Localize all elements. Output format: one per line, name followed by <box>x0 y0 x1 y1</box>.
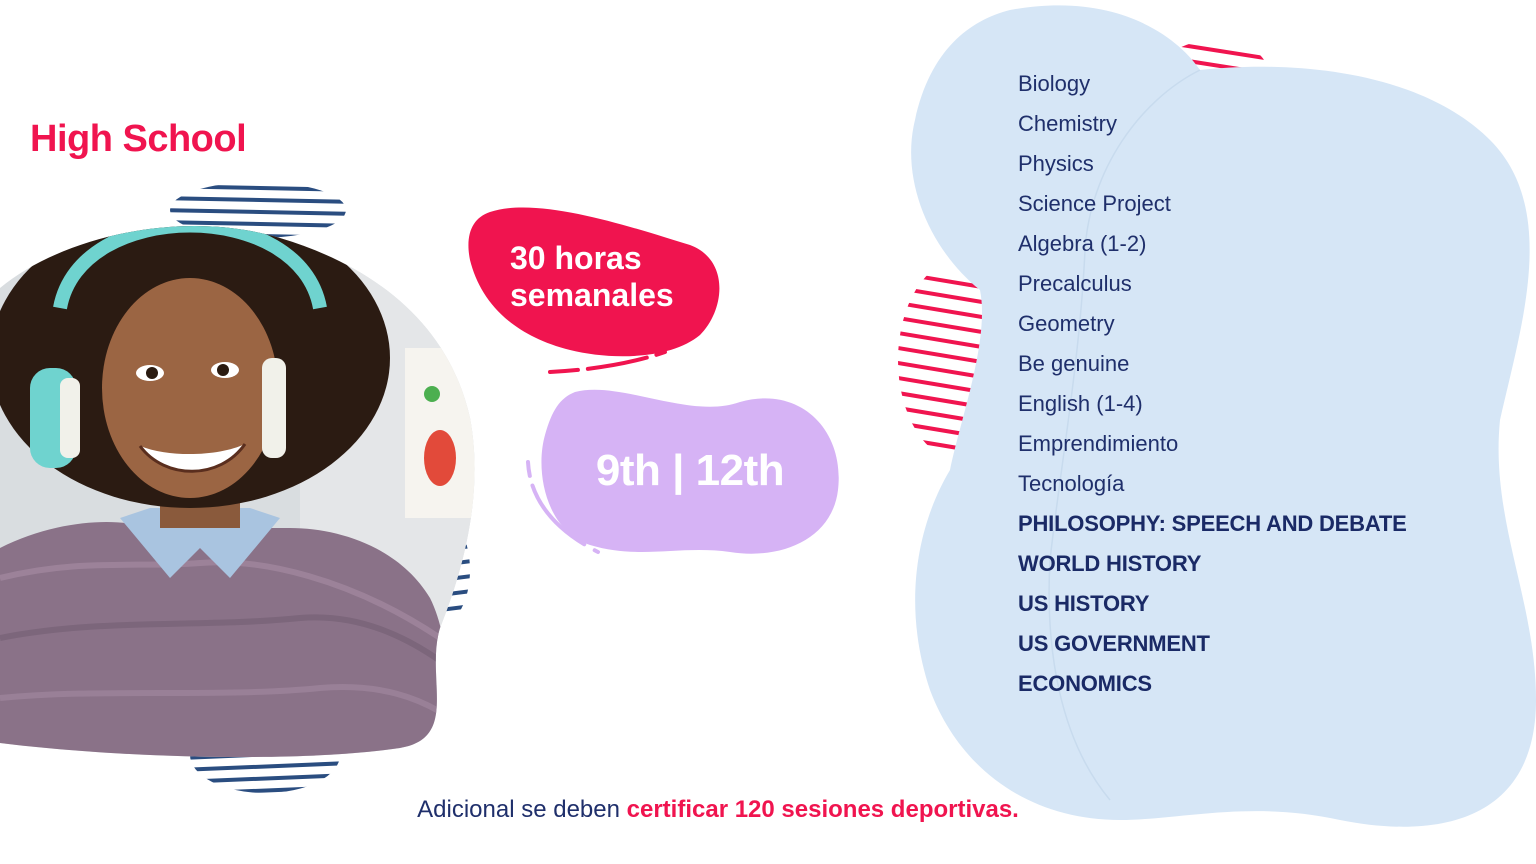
weekly-hours-line1: 30 horas <box>510 240 642 276</box>
subject-item: Emprendimiento <box>1018 431 1179 456</box>
subject-item: Chemistry <box>1018 111 1118 136</box>
weekly-hours-badge: 30 horas semanales <box>510 240 730 314</box>
student-photo <box>0 218 480 758</box>
subject-item: Precalculus <box>1018 271 1132 296</box>
subject-item-emphasized: US HISTORY <box>1018 591 1150 616</box>
subject-item: Science Project <box>1018 191 1171 216</box>
subject-item: Tecnología <box>1018 471 1125 496</box>
grades-badge: 9th | 12th <box>595 446 785 495</box>
subject-item-emphasized: WORLD HISTORY <box>1018 551 1202 576</box>
subject-item-emphasized: ECONOMICS <box>1018 671 1152 696</box>
subject-item: Be genuine <box>1018 351 1130 376</box>
page-title: High School <box>30 118 247 160</box>
footer-highlight: certificar 120 sesiones deportivas. <box>626 796 1019 823</box>
subject-item: Algebra (1-2) <box>1018 231 1147 256</box>
footer-prefix: Adicional se deben <box>417 796 627 823</box>
subject-item-emphasized: PHILOSOPHY: SPEECH AND DEBATE <box>1018 511 1407 536</box>
subject-item: Biology <box>1018 71 1091 96</box>
subject-item: Geometry <box>1018 311 1115 336</box>
subject-item-emphasized: US GOVERNMENT <box>1018 631 1210 656</box>
footer-note: Adicional se deben certificar 120 sesion… <box>0 796 1436 824</box>
subject-item: English (1-4) <box>1018 391 1143 416</box>
subject-list: Biology Chemistry Physics Science Projec… <box>1018 68 1407 708</box>
subject-item: Physics <box>1018 151 1094 176</box>
weekly-hours-line2: semanales <box>510 277 674 313</box>
